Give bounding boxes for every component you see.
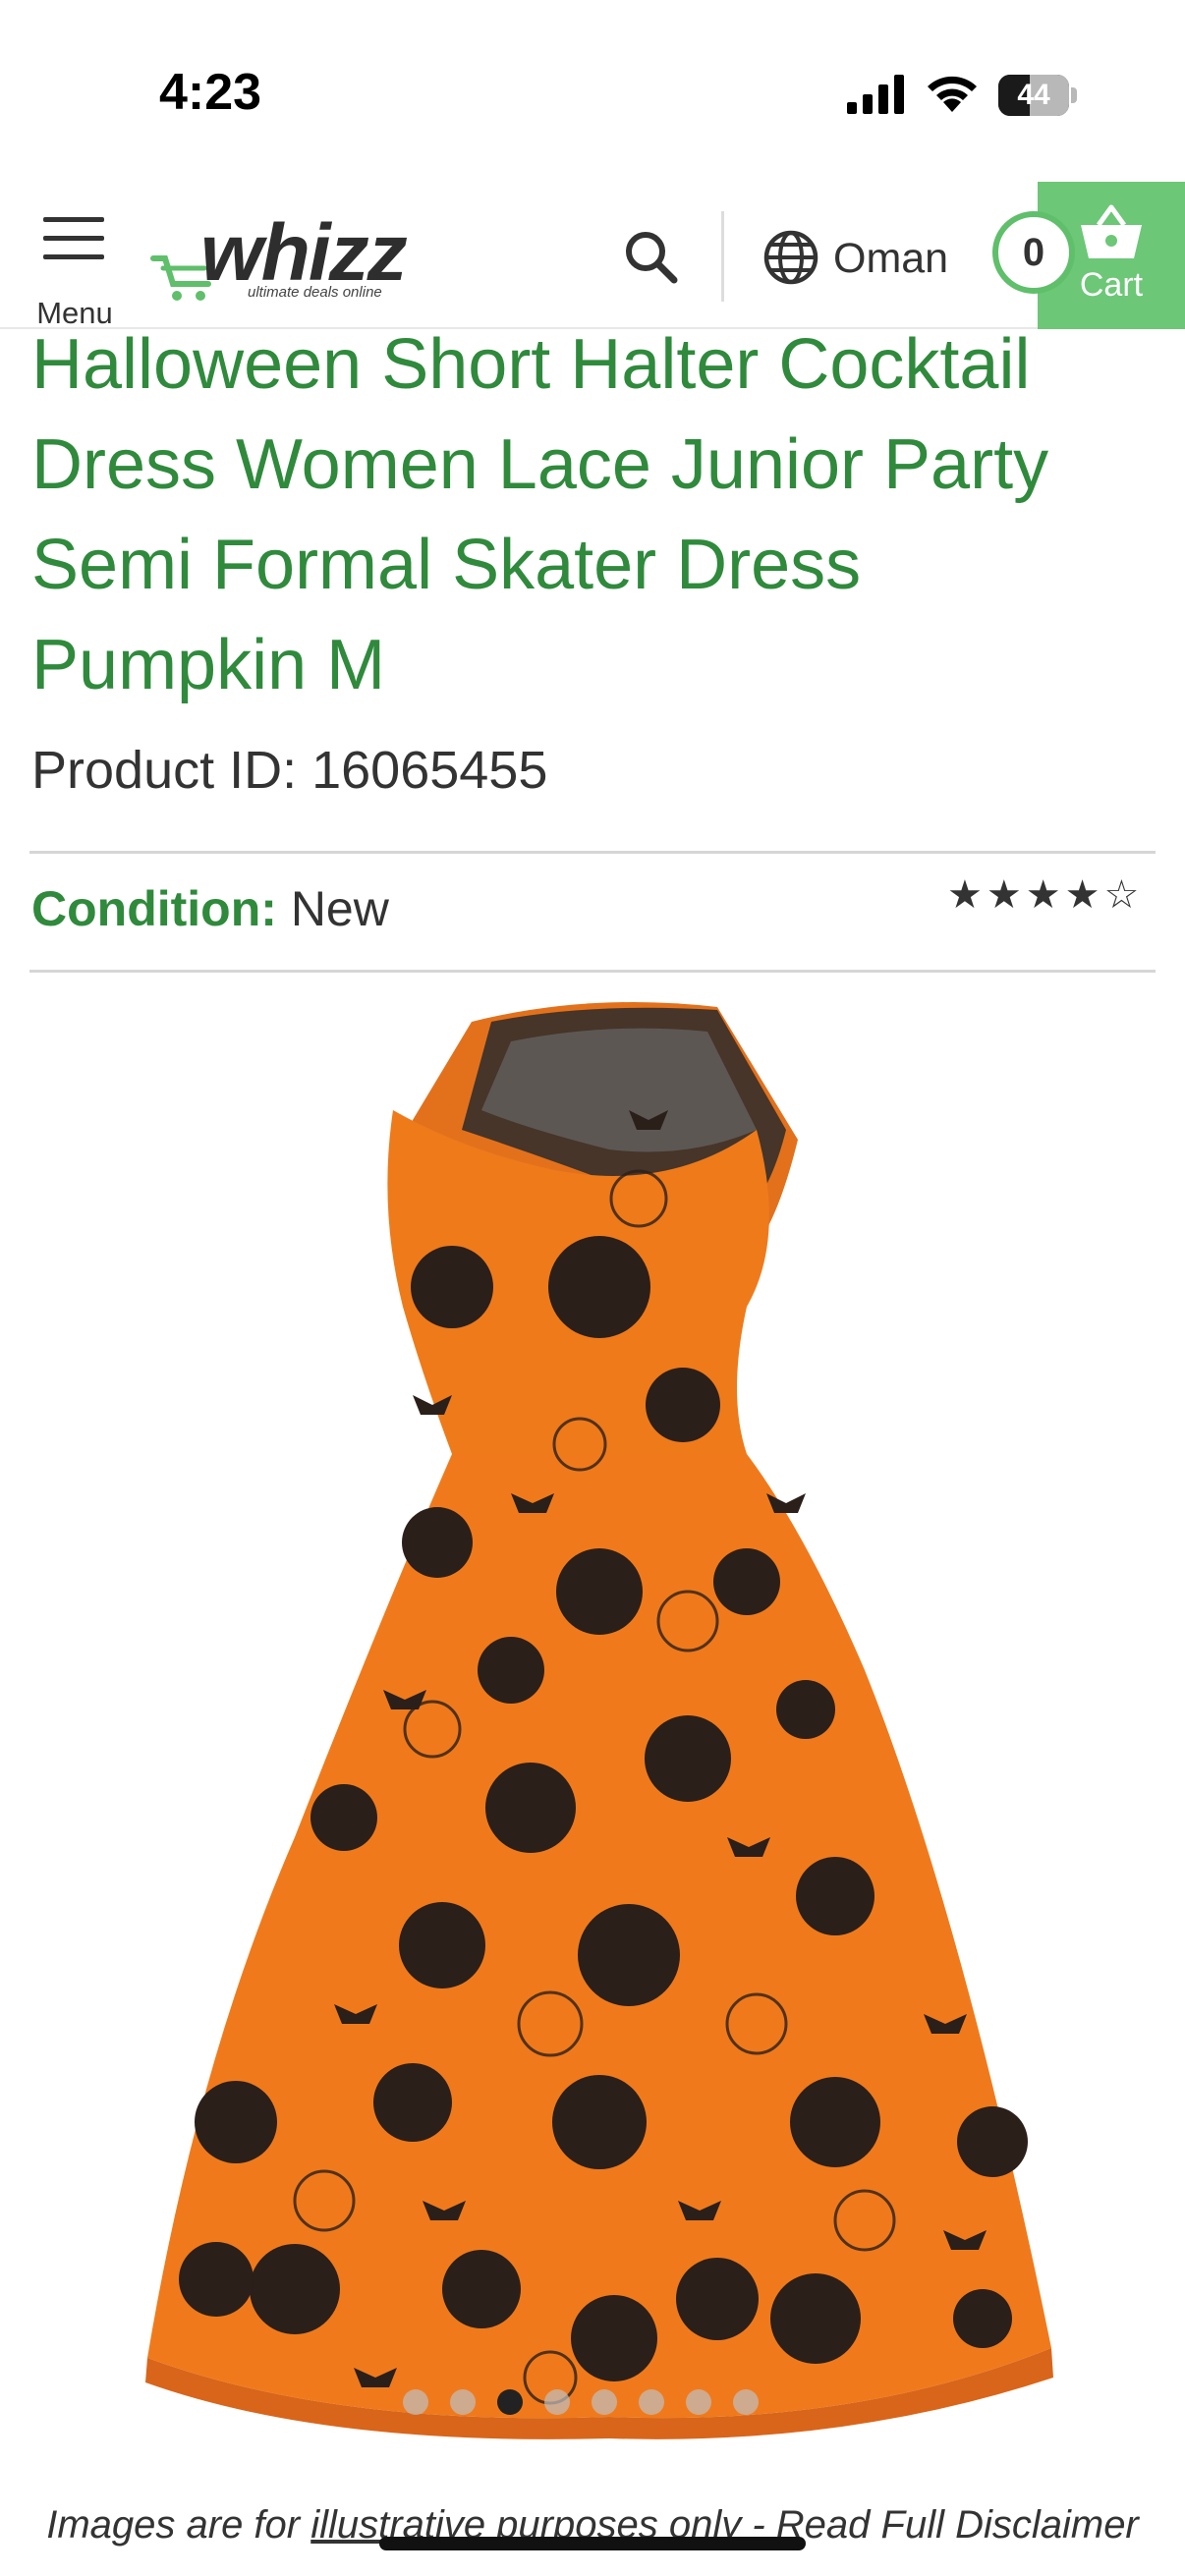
country-label: Oman: [833, 235, 949, 282]
carousel-dot[interactable]: [450, 2389, 476, 2415]
divider: [29, 970, 1156, 973]
carousel-dot[interactable]: [733, 2389, 759, 2415]
star-filled-icon: ★: [1025, 873, 1065, 917]
battery-icon: 44: [998, 75, 1077, 116]
search-button[interactable]: [621, 227, 682, 288]
star-filled-icon: ★: [986, 873, 1026, 917]
star-filled-icon: ★: [1064, 873, 1104, 917]
shopping-basket-icon: [1081, 204, 1142, 258]
globe-icon: [763, 230, 818, 285]
carousel-dot[interactable]: [497, 2389, 523, 2415]
rating-stars: ★★★★☆: [947, 872, 1143, 918]
carousel-dot[interactable]: [639, 2389, 664, 2415]
logo-tagline: ultimate deals online: [248, 284, 382, 301]
product-id-label: Product ID:: [31, 741, 312, 800]
disclaimer-text-before: Images are for: [46, 2503, 311, 2547]
hamburger-icon: [43, 217, 104, 259]
carousel-dot[interactable]: [403, 2389, 428, 2415]
divider: [29, 851, 1156, 854]
condition-value: New: [290, 881, 389, 936]
cellular-signal-icon: [847, 75, 904, 114]
carousel-dot[interactable]: [544, 2389, 570, 2415]
image-carousel-dots: [403, 2389, 796, 2419]
status-bar: 4:23 44: [0, 0, 1185, 182]
status-time: 4:23: [159, 64, 262, 121]
battery-level: 44: [1017, 79, 1050, 111]
search-icon: [626, 232, 678, 284]
carousel-dot[interactable]: [686, 2389, 711, 2415]
home-indicator[interactable]: [379, 2537, 806, 2550]
condition-label: Condition:: [31, 881, 277, 936]
cart-count-badge[interactable]: 0: [992, 211, 1075, 294]
carousel-dot[interactable]: [592, 2389, 617, 2415]
country-selector[interactable]: Oman: [762, 225, 959, 290]
wifi-icon: [928, 76, 977, 112]
product-id-value: 16065455: [311, 741, 548, 800]
whizz-logo[interactable]: whizz ultimate deals online: [149, 209, 408, 308]
product-image[interactable]: [0, 982, 1185, 2456]
product-id: Product ID: 16065455: [31, 740, 547, 801]
site-header: Menu whizz ultimate deals online Oman Ca…: [0, 182, 1185, 330]
menu-button[interactable]: Menu: [29, 211, 120, 330]
product-condition: Condition: New: [31, 880, 389, 937]
star-filled-icon: ★: [947, 873, 987, 917]
star-empty-icon: ☆: [1103, 873, 1144, 917]
header-divider: [721, 211, 724, 302]
product-title: Halloween Short Halter Cocktail Dress Wo…: [31, 325, 1049, 704]
